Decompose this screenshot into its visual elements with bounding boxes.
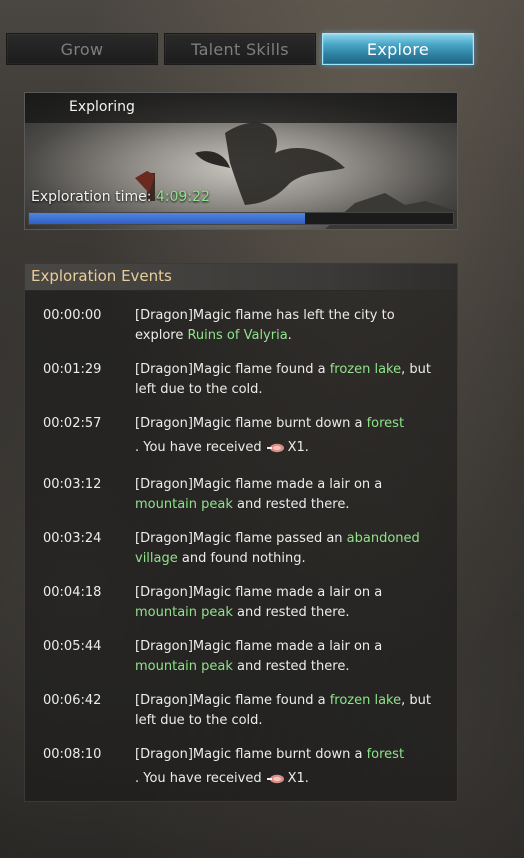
event-time: 00:02:57 (43, 416, 102, 431)
event-message: [Dragon]Magic flame has left the city to… (135, 306, 435, 346)
event-time: 00:01:29 (43, 362, 102, 377)
event-text: and rested there. (232, 659, 350, 674)
meat-icon (266, 443, 284, 452)
event-message: [Dragon]Magic flame burnt down a forest.… (135, 745, 435, 789)
event-time: 00:03:12 (43, 477, 102, 492)
exploration-progress-fill (29, 213, 305, 224)
event-location: Ruins of Valyria (187, 328, 288, 343)
reward-quantity: X1. (287, 440, 309, 455)
event-time: 00:05:44 (43, 639, 102, 654)
event-text: . (287, 328, 292, 343)
event-text: . You have received (135, 771, 262, 786)
event-time: 00:00:00 (43, 308, 102, 323)
event-text: [Dragon]Magic flame found a (135, 693, 330, 708)
tab-talent-skills[interactable]: Talent Skills (164, 33, 316, 65)
event-message: [Dragon]Magic flame found a frozen lake,… (135, 691, 435, 731)
event-message: [Dragon]Magic flame made a lair on a mou… (135, 637, 435, 677)
tab-explore[interactable]: Explore (322, 33, 474, 65)
event-text: . You have received (135, 440, 262, 455)
event-location: mountain peak (135, 497, 233, 512)
exploration-progress-bar (28, 212, 454, 225)
event-time: 00:03:24 (43, 531, 102, 546)
event-text: [Dragon]Magic flame passed an (135, 531, 347, 546)
event-time: 00:04:18 (43, 585, 102, 600)
meat-icon (266, 774, 284, 783)
event-text: [Dragon]Magic flame made a lair on a (135, 639, 383, 654)
exploration-time-label: Exploration time: (31, 189, 152, 205)
event-message: [Dragon]Magic flame found a frozen lake,… (135, 360, 435, 400)
event-location: forest (366, 747, 405, 762)
event-text: and found nothing. (177, 551, 306, 566)
exploration-time-value: 4:09:22 (155, 189, 210, 205)
exploring-banner: Exploring Exploration time: 4:09:22 (24, 92, 458, 230)
tab-grow[interactable]: Grow (6, 33, 158, 65)
event-time: 00:08:10 (43, 747, 102, 762)
event-location: forest (366, 416, 405, 431)
event-location: mountain peak (135, 659, 233, 674)
event-message: [Dragon]Magic flame made a lair on a mou… (135, 583, 435, 623)
exploration-events-panel: Exploration Events 00:00:00 [Dragon]Magi… (24, 263, 458, 802)
reward-quantity: X1. (287, 771, 309, 786)
event-text: and rested there. (232, 497, 350, 512)
event-location: frozen lake (329, 362, 402, 377)
event-location: frozen lake (329, 693, 402, 708)
event-message: [Dragon]Magic flame burnt down a forest.… (135, 414, 435, 458)
event-time: 00:06:42 (43, 693, 102, 708)
event-text: [Dragon]Magic flame made a lair on a (135, 477, 383, 492)
exploration-time: Exploration time: 4:09:22 (31, 189, 210, 205)
event-text: [Dragon]Magic flame found a (135, 362, 330, 377)
event-location: mountain peak (135, 605, 233, 620)
exploring-title: Exploring (69, 99, 135, 115)
event-message: [Dragon]Magic flame made a lair on a mou… (135, 475, 435, 515)
event-text: [Dragon]Magic flame made a lair on a (135, 585, 383, 600)
event-message: [Dragon]Magic flame passed an abandoned … (135, 529, 435, 569)
event-text: [Dragon]Magic flame burnt down a (135, 747, 367, 762)
event-text: [Dragon]Magic flame burnt down a (135, 416, 367, 431)
events-title: Exploration Events (31, 267, 172, 285)
event-text: and rested there. (232, 605, 350, 620)
tab-bar: Grow Talent Skills Explore (6, 33, 474, 65)
